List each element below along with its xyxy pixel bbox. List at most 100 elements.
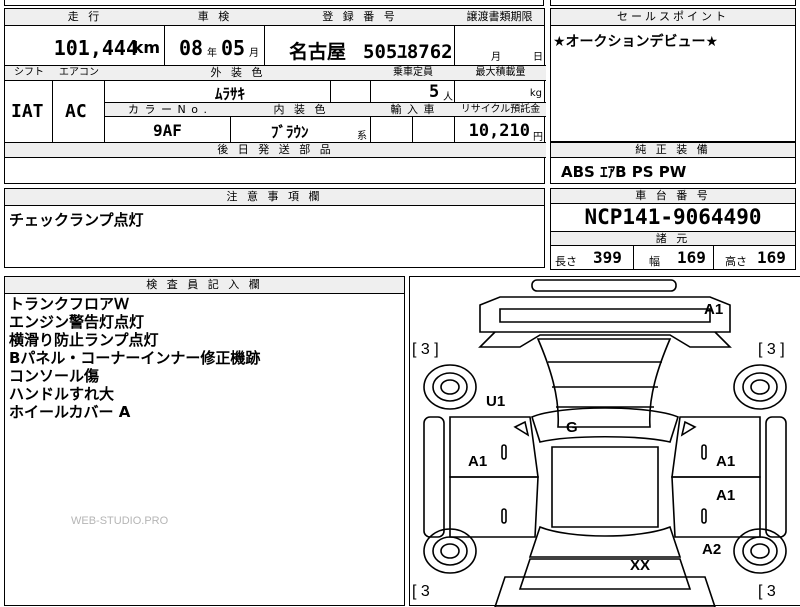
- registration-number: 505ﾕ8762: [363, 41, 453, 63]
- color-no-header: カ ラ ー N o .: [105, 103, 231, 117]
- inspection-cell: 08 年 05 月: [165, 26, 265, 66]
- selling-points-box: セールスポイント ★オークションデビュー★: [550, 8, 796, 142]
- chassis-number: NCP141-9064490: [584, 205, 762, 229]
- interior-color-value: ﾌﾞﾗｳﾝ: [271, 123, 309, 141]
- recycle-cell: 10,210 円: [455, 117, 546, 143]
- later-parts-area: [5, 158, 544, 183]
- interior-color-suffix: 系: [357, 131, 367, 142]
- tire-rl: [ 3: [412, 583, 430, 600]
- registration-header: 登 録 番 号: [265, 9, 455, 26]
- selling-points-header: セールスポイント: [551, 9, 795, 26]
- shift-header: シフト: [5, 66, 53, 81]
- equipment-box: 純 正 装 備 ABS ｴｱB PS PW: [550, 142, 796, 184]
- transfer-day: 日: [533, 52, 543, 63]
- watermark: WEB-STUDIO.PRO: [71, 515, 169, 527]
- top-strip: [4, 0, 544, 6]
- import-header: 輸 入 車: [371, 103, 455, 117]
- aircon-header: エアコン: [53, 66, 105, 81]
- capacity-value: 5: [429, 82, 440, 102]
- top-strip-right: [550, 0, 796, 6]
- inspector-line: ホイールカバー A: [9, 403, 131, 421]
- width-value: 169: [677, 248, 706, 267]
- capacity-cell: 5 人: [371, 81, 455, 103]
- max-load-cell: kg: [455, 81, 546, 103]
- notes-box: 注 意 事 項 欄 チェックランプ点灯: [4, 188, 545, 268]
- aircon-cell: AC: [53, 81, 105, 143]
- top-bumper: [479, 296, 731, 333]
- equipment-value: ABS ｴｱB PS PW: [561, 163, 687, 181]
- mark-a1-right-1: A1: [716, 453, 736, 470]
- transfer-cell: 月 日: [455, 26, 546, 66]
- color-no-value: 9AF: [153, 121, 182, 140]
- aircon-value: AC: [65, 101, 87, 122]
- inspection-month-unit: 月: [249, 48, 259, 59]
- rear-emblem-strip: [531, 279, 677, 292]
- interior-color-cell: ﾌﾞﾗｳﾝ 系: [231, 117, 371, 143]
- chassis-header: 車 台 番 号: [551, 189, 795, 204]
- tire-fr: [ 3 ]: [758, 341, 785, 358]
- inspection-year: 08: [179, 36, 204, 60]
- inspector-line: 横滑り防止ランプ点灯: [9, 331, 159, 349]
- chassis-box: 車 台 番 号 NCP141-9064490 諸 元 長さ 399 幅 169 …: [550, 188, 796, 270]
- dims-header: 諸 元: [551, 231, 795, 246]
- roof: [551, 446, 659, 528]
- mileage-value: 101,444: [53, 36, 138, 60]
- rear-bumper: [494, 576, 716, 607]
- rear-window: [528, 525, 682, 558]
- recycle-header: リサイクル預託金: [455, 103, 546, 117]
- inspection-year-unit: 年: [207, 48, 217, 59]
- height-value: 169: [757, 248, 786, 267]
- windshield: [531, 407, 679, 443]
- recycle-unit: 円: [533, 132, 543, 143]
- max-load-header: 最大積載量: [455, 66, 546, 81]
- length-value: 399: [593, 248, 622, 267]
- notes-header: 注 意 事 項 欄: [5, 189, 544, 206]
- left-rear-door: [449, 476, 539, 538]
- mark-a1-top: A1: [704, 301, 724, 318]
- mark-xx: XX: [630, 557, 651, 574]
- interior-color-header: 内 装 色: [231, 103, 371, 117]
- inspector-line: ハンドルすれ大: [9, 385, 115, 403]
- registration-city: 名古屋: [289, 41, 347, 63]
- tire-fl: [ 3 ]: [412, 341, 439, 358]
- notes-text: チェックランプ点灯: [9, 211, 144, 229]
- inspector-line: トランクフロアＷ: [9, 295, 130, 313]
- tire-rr: [ 3: [758, 583, 776, 600]
- inspector-line: エンジン警告灯点灯: [9, 313, 145, 331]
- registration-cell: 名古屋 505ﾕ8762: [265, 26, 455, 66]
- mark-a1-right-2: A1: [716, 487, 736, 504]
- mileage-header: 走 行: [5, 9, 165, 26]
- capacity-unit: 人: [443, 92, 453, 103]
- color-no-cell: 9AF: [105, 117, 231, 143]
- car-diagram-box: [ 3 ] [ 3 ] [ 3 [ 3 A1 U1 G A1 A1 A1 A2 …: [409, 276, 800, 607]
- wheel-fl: [423, 364, 477, 410]
- inspection-month: 05: [221, 36, 246, 60]
- car-diagram: [423, 279, 787, 607]
- exterior-color-header: 外 装 色: [105, 66, 371, 81]
- hood: [536, 338, 672, 428]
- equipment-header: 純 正 装 備: [551, 143, 795, 158]
- mark-a1-left: A1: [468, 453, 488, 470]
- right-rear-door: [671, 476, 761, 538]
- left-sill: [423, 416, 445, 538]
- max-load-unit: kg: [529, 88, 542, 99]
- tailgate: [518, 558, 692, 590]
- inspection-header: 車 検: [165, 9, 265, 26]
- exterior-color-cell: ﾑﾗｻｷ: [105, 81, 331, 103]
- capacity-header: 乗車定員: [371, 66, 455, 81]
- right-sill: [765, 416, 787, 538]
- mark-u1: U1: [486, 393, 506, 410]
- inspector-line: Bパネル・コーナーインナー修正機跡: [9, 349, 261, 367]
- transfer-month: 月: [491, 52, 501, 63]
- exterior-color-value: ﾑﾗｻｷ: [215, 85, 246, 103]
- height-label: 高さ: [725, 255, 747, 268]
- inspector-header: 検 査 員 記 入 欄: [5, 277, 404, 294]
- shift-cell: IAT: [5, 81, 53, 143]
- recycle-value: 10,210: [468, 121, 530, 141]
- mileage-unit: km: [132, 38, 160, 57]
- inspector-line: コンソール傷: [9, 367, 100, 385]
- inspector-box: 検 査 員 記 入 欄 トランクフロアＷ エンジン警告灯点灯 横滑り防止ランプ点…: [4, 276, 405, 606]
- left-front-door: [449, 416, 539, 478]
- mark-a2: A2: [702, 541, 722, 558]
- mileage-cell: 101,444 km: [5, 26, 165, 66]
